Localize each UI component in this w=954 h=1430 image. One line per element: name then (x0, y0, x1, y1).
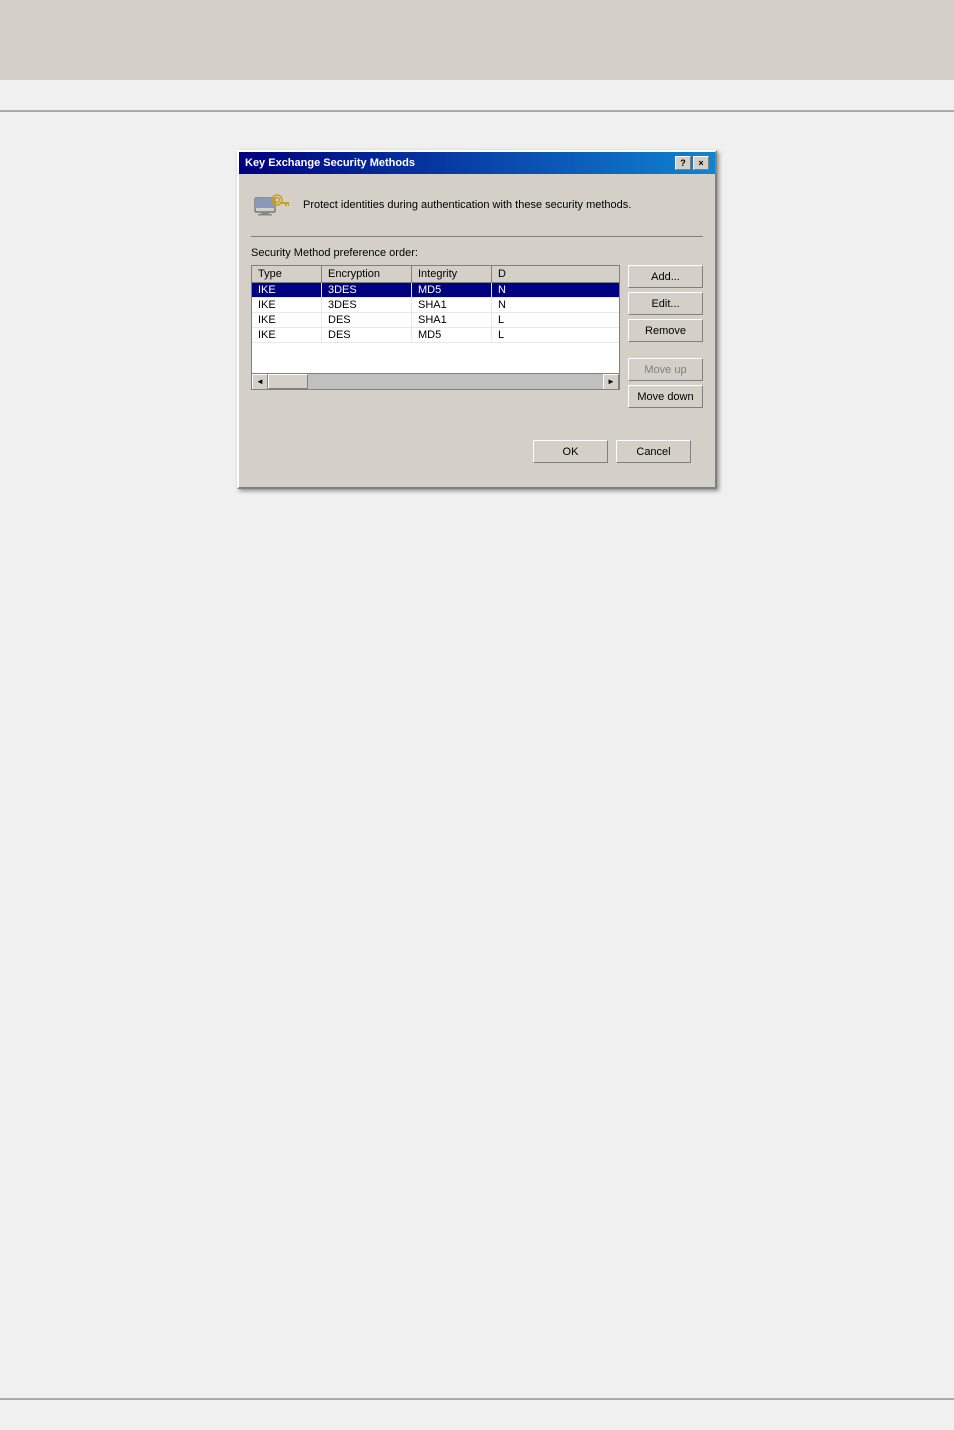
move-up-button[interactable]: Move up (628, 358, 703, 381)
preference-label: Security Method preference order: (251, 247, 703, 259)
cell-type: IKE (252, 283, 322, 297)
cell-type: IKE (252, 328, 322, 342)
scroll-left-button[interactable]: ◄ (252, 374, 268, 390)
table-container: Type Encryption Integrity D IKE 3DES (251, 265, 620, 390)
col-header-encryption[interactable]: Encryption (322, 266, 412, 282)
dialog-body: Protect identities during authentication… (239, 174, 715, 487)
dialog-titlebar: Key Exchange Security Methods ? × (239, 152, 715, 174)
remove-button[interactable]: Remove (628, 319, 703, 342)
scroll-thumb[interactable] (268, 374, 308, 389)
add-button[interactable]: Add... (628, 265, 703, 288)
table-row[interactable]: IKE DES SHA1 L (252, 313, 619, 328)
icon-area (251, 186, 291, 226)
cancel-button[interactable]: Cancel (616, 440, 691, 463)
cell-type: IKE (252, 298, 322, 312)
cell-d: L (492, 313, 619, 327)
col-header-integrity[interactable]: Integrity (412, 266, 492, 282)
table-section: Type Encryption Integrity D IKE 3DES (251, 265, 620, 390)
bottom-rule (0, 1398, 954, 1400)
spacer (628, 346, 703, 354)
horizontal-scrollbar[interactable]: ◄ ► (252, 373, 619, 389)
security-icon (253, 188, 289, 224)
table-header: Type Encryption Integrity D (252, 266, 619, 283)
table-empty-space (252, 343, 619, 373)
move-down-button[interactable]: Move down (628, 385, 703, 408)
title-buttons: ? × (675, 156, 709, 170)
cell-integrity: SHA1 (412, 298, 492, 312)
col-header-type[interactable]: Type (252, 266, 322, 282)
close-button[interactable]: × (693, 156, 709, 170)
key-exchange-dialog: Key Exchange Security Methods ? × (237, 150, 717, 489)
scroll-track[interactable] (268, 374, 603, 389)
cell-type: IKE (252, 313, 322, 327)
scroll-right-button[interactable]: ► (603, 374, 619, 390)
cell-d: L (492, 328, 619, 342)
header-section: Protect identities during authentication… (251, 186, 703, 237)
help-button[interactable]: ? (675, 156, 691, 170)
cell-encryption: 3DES (322, 283, 412, 297)
cell-integrity: SHA1 (412, 313, 492, 327)
cell-integrity: MD5 (412, 283, 492, 297)
table-row[interactable]: IKE 3DES SHA1 N (252, 298, 619, 313)
cell-encryption: DES (322, 328, 412, 342)
cell-encryption: 3DES (322, 298, 412, 312)
header-text: Protect identities during authentication… (303, 198, 631, 213)
dialog-footer: OK Cancel (251, 428, 703, 475)
main-content: Type Encryption Integrity D IKE 3DES (251, 265, 703, 408)
cell-d: N (492, 298, 619, 312)
edit-button[interactable]: Edit... (628, 292, 703, 315)
dialog-title: Key Exchange Security Methods (245, 157, 415, 169)
table-body: IKE 3DES MD5 N IKE 3DES SHA1 (252, 283, 619, 373)
cell-encryption: DES (322, 313, 412, 327)
table-row[interactable]: IKE DES MD5 L (252, 328, 619, 343)
cell-d: N (492, 283, 619, 297)
cell-integrity: MD5 (412, 328, 492, 342)
buttons-section: Add... Edit... Remove Move up Move down (628, 265, 703, 408)
ok-button[interactable]: OK (533, 440, 608, 463)
col-header-d[interactable]: D (492, 266, 619, 282)
top-rule (0, 110, 954, 112)
table-row[interactable]: IKE 3DES MD5 N (252, 283, 619, 298)
